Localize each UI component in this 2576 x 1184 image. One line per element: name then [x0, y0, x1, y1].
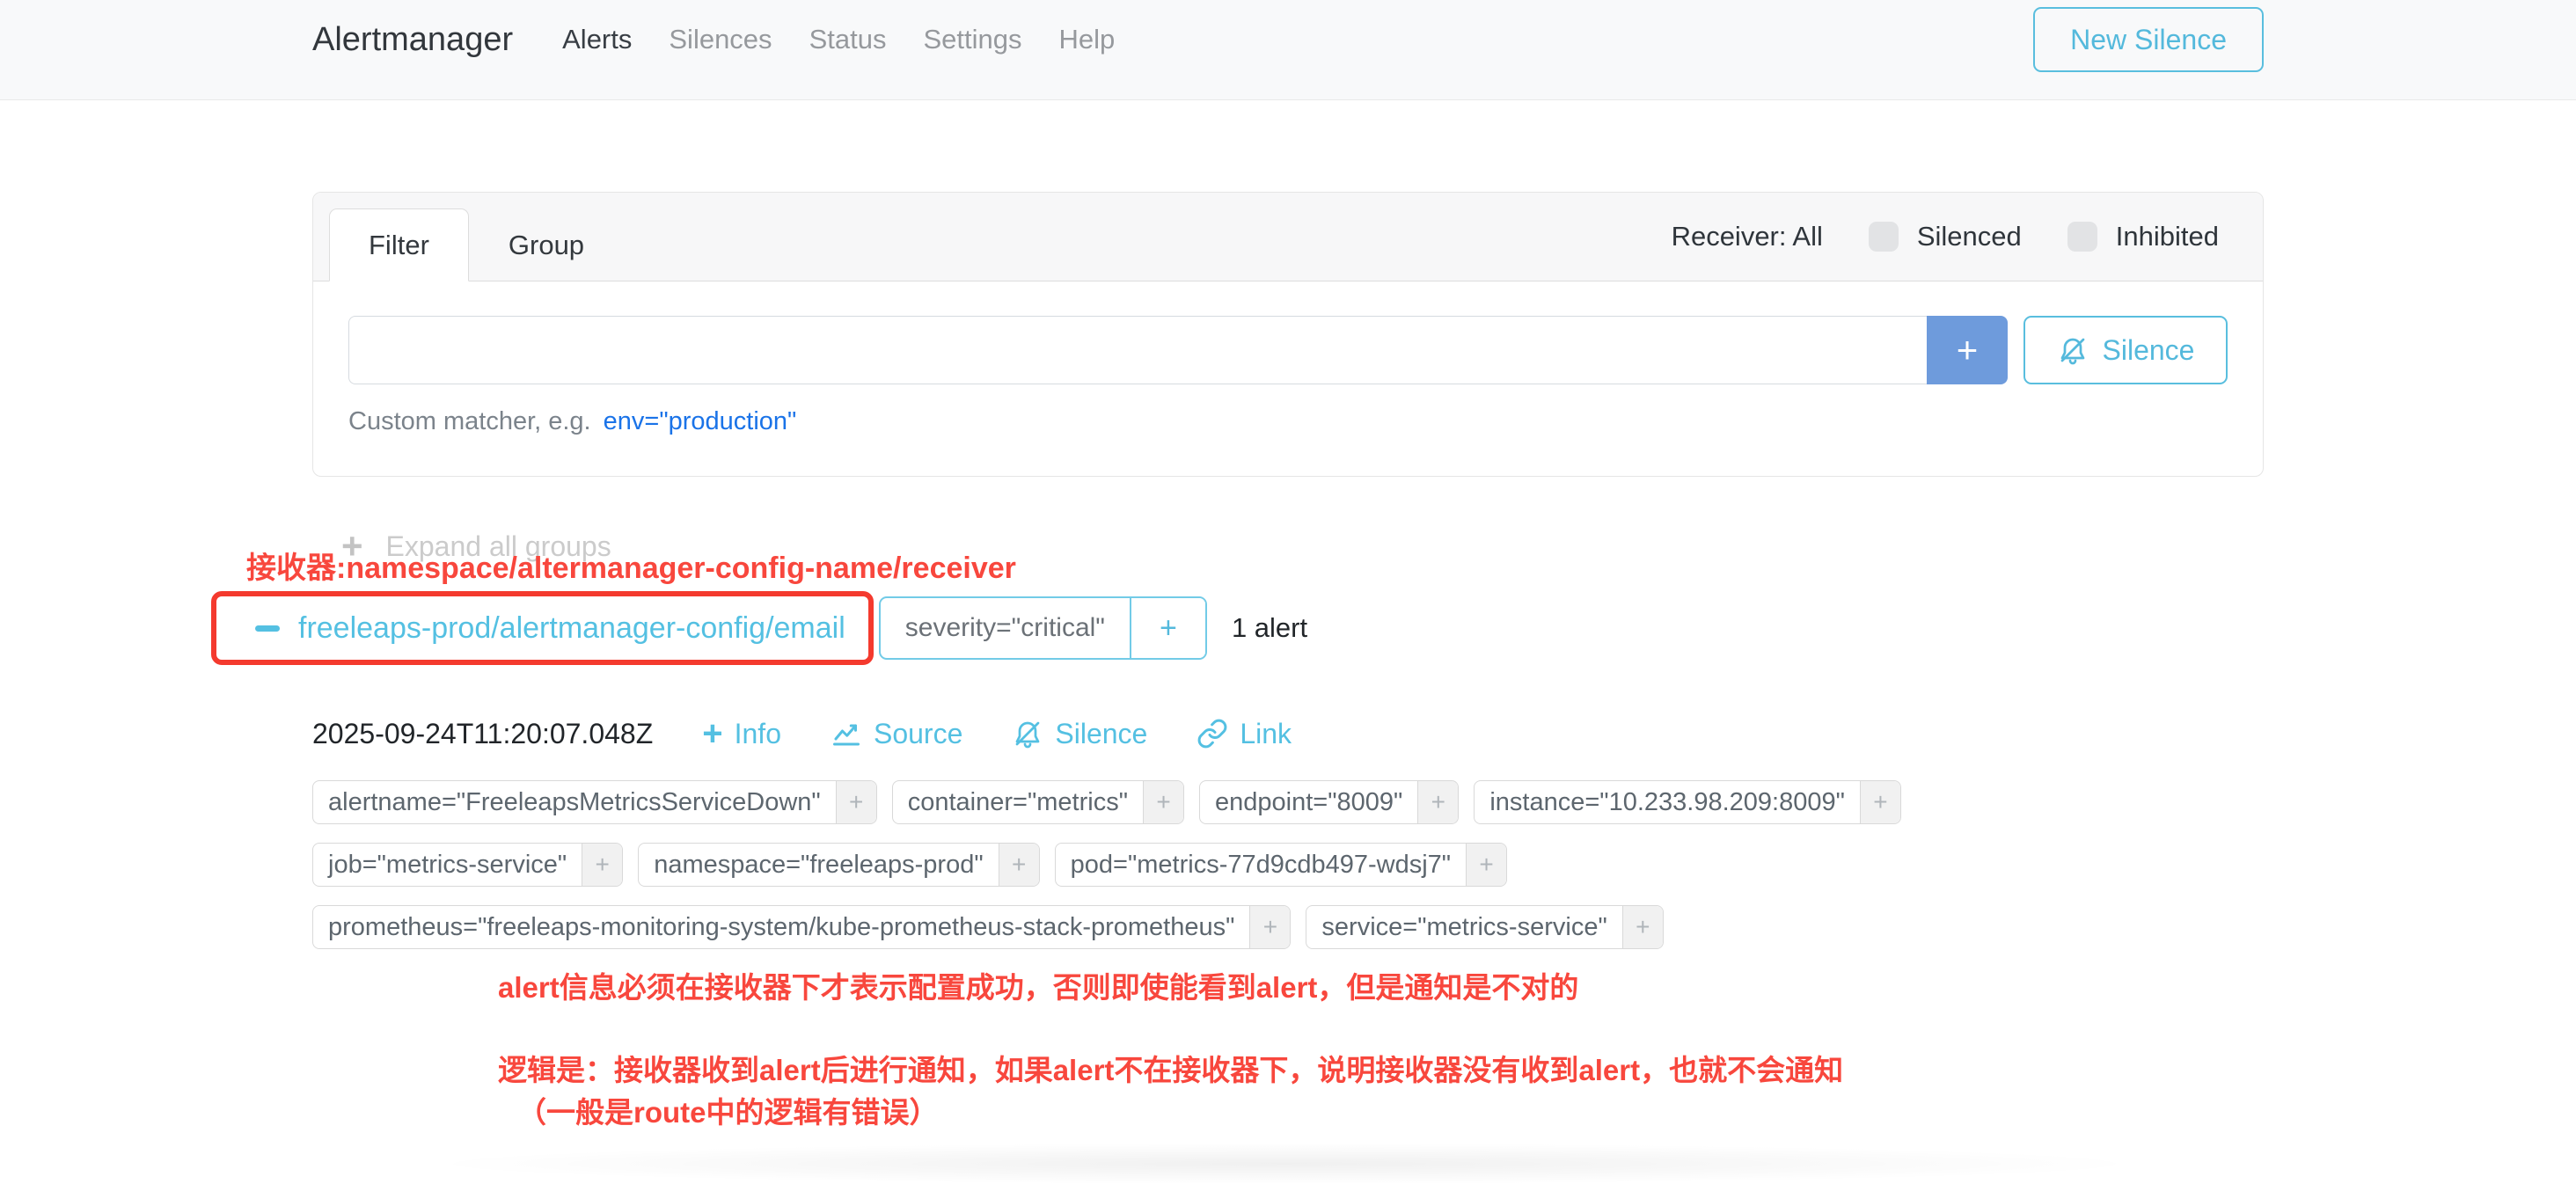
alert-label-text: container="metrics" [893, 781, 1143, 823]
alert-label: alertname="FreeleapsMetricsServiceDown" … [312, 780, 877, 824]
annotation-logic-note: 逻辑是：接收器收到alert后进行通知，如果alert不在接收器下，说明接收器没… [498, 1047, 1843, 1089]
add-label-filter-button[interactable]: + [1143, 781, 1183, 823]
filter-tabs: Filter Group [329, 208, 624, 281]
annotation-highlight-box: freeleaps-prod/alertmanager-config/email [211, 591, 874, 665]
filter-panel: Filter Group Receiver: All Silenced Inhi… [312, 192, 2264, 477]
alert-silence-link[interactable]: Silence [1012, 718, 1147, 750]
silenced-filter[interactable]: Silenced [1869, 221, 2022, 252]
alert-groups: + Expand all groups freeleaps-prod/alert… [312, 528, 2264, 949]
alert-label-text: prometheus="freeleaps-monitoring-system/… [313, 906, 1249, 948]
nav-status[interactable]: Status [809, 24, 887, 55]
alert-timestamp: 2025-09-24T11:20:07.048Z [312, 718, 653, 750]
silenced-checkbox-label: Silenced [1917, 221, 2022, 252]
main-nav: Alerts Silences Status Settings Help [562, 24, 1115, 55]
collapse-minus-icon [255, 625, 280, 632]
filter-panel-header: Filter Group Receiver: All Silenced Inhi… [313, 193, 2263, 281]
tab-filter[interactable]: Filter [329, 208, 469, 281]
alert-source-label: Source [874, 718, 962, 750]
add-label-filter-button[interactable]: + [999, 844, 1039, 886]
matcher-input-group: + Silence [348, 316, 2228, 384]
alert-label-text: namespace="freeleaps-prod" [639, 844, 998, 886]
add-label-filter-button[interactable]: + [1466, 844, 1506, 886]
annotation-logic-note-2: （一般是route中的逻辑有错误） [517, 1089, 939, 1131]
receiver-group-name: freeleaps-prod/alertmanager-config/email [298, 611, 845, 646]
add-label-filter-button[interactable]: + [1622, 906, 1663, 948]
page-bottom-shadow [440, 1144, 2129, 1184]
plus-icon: + [702, 716, 722, 751]
receiver-group-toggle[interactable]: freeleaps-prod/alertmanager-config/email [216, 602, 854, 654]
alert-info-label: Info [735, 718, 781, 750]
navbar-inner: Alertmanager Alerts Silences Status Sett… [312, 0, 2264, 79]
receiver-filter-dropdown[interactable]: Receiver: All [1672, 221, 1823, 252]
alert-label: service="metrics-service" + [1306, 905, 1663, 949]
alert-link-label: Link [1240, 718, 1292, 750]
inhibited-checkbox-label: Inhibited [2116, 221, 2219, 252]
tab-group[interactable]: Group [469, 208, 624, 281]
nav-help[interactable]: Help [1058, 24, 1115, 55]
alert-label: namespace="freeleaps-prod" + [638, 843, 1039, 887]
inhibited-checkbox[interactable] [2067, 222, 2097, 252]
filter-options: Receiver: All Silenced Inhibited [1672, 221, 2219, 252]
alert-detail: 2025-09-24T11:20:07.048Z + Info Source [312, 716, 2264, 949]
silence-filter-button[interactable]: Silence [2023, 316, 2228, 384]
add-label-filter-button[interactable]: + [1860, 781, 1900, 823]
annotation-alert-note: alert信息必须在接收器下才表示配置成功，否则即使能看到alert，但是通知是… [498, 964, 1578, 1006]
alert-label-text: service="metrics-service" [1306, 906, 1621, 948]
bell-slash-icon [1012, 718, 1043, 749]
alert-label: job="metrics-service" + [312, 843, 623, 887]
new-silence-button[interactable]: New Silence [2033, 7, 2264, 72]
group-label-text: severity="critical" [881, 598, 1130, 658]
alert-label-text: endpoint="8009" [1200, 781, 1417, 823]
add-group-filter-button[interactable]: + [1130, 598, 1205, 658]
silenced-checkbox[interactable] [1869, 222, 1899, 252]
alert-label: container="metrics" + [892, 780, 1184, 824]
alert-count: 1 alert [1232, 612, 1307, 644]
top-navbar: Alertmanager Alerts Silences Status Sett… [0, 0, 2576, 100]
alert-label: endpoint="8009" + [1199, 780, 1459, 824]
alert-silence-label: Silence [1055, 718, 1147, 750]
alert-header-row: 2025-09-24T11:20:07.048Z + Info Source [312, 716, 2264, 751]
matcher-input[interactable] [348, 316, 1927, 384]
alert-label: instance="10.233.98.209:8009" + [1474, 780, 1901, 824]
add-matcher-button[interactable]: + [1927, 316, 2008, 384]
chart-icon [831, 718, 862, 749]
matcher-example-link[interactable]: env="production" [604, 407, 797, 436]
matcher-helper: Custom matcher, e.g. env="production" [348, 407, 2228, 436]
custom-matcher-hint: Custom matcher, e.g. [348, 407, 591, 436]
bell-slash-icon [2057, 334, 2089, 366]
alert-source-link[interactable]: Source [831, 718, 962, 750]
add-label-filter-button[interactable]: + [1249, 906, 1290, 948]
group-label-tag: severity="critical" + [879, 596, 1207, 660]
alert-link-link[interactable]: Link [1197, 718, 1292, 750]
annotation-receiver-note: 接收器:namespace/altermanager-config-name/r… [246, 544, 1016, 587]
add-label-filter-button[interactable]: + [1417, 781, 1458, 823]
alert-label-text: alertname="FreeleapsMetricsServiceDown" [313, 781, 836, 823]
alert-label: pod="metrics-77d9cdb497-wdsj7" + [1055, 843, 1507, 887]
app-brand[interactable]: Alertmanager [312, 21, 513, 59]
alert-labels: alertname="FreeleapsMetricsServiceDown" … [312, 780, 1984, 949]
link-icon [1197, 718, 1228, 749]
nav-settings[interactable]: Settings [923, 24, 1021, 55]
alert-info-link[interactable]: + Info [702, 716, 781, 751]
add-label-filter-button[interactable]: + [582, 844, 622, 886]
alert-label-text: instance="10.233.98.209:8009" [1475, 781, 1860, 823]
nav-alerts[interactable]: Alerts [562, 24, 632, 55]
receiver-group-row: freeleaps-prod/alertmanager-config/email… [211, 591, 2264, 665]
silence-filter-label: Silence [2103, 334, 2195, 367]
filter-panel-body: + Silence Custom matcher, e.g. env="prod… [313, 281, 2263, 476]
alert-label-text: pod="metrics-77d9cdb497-wdsj7" [1056, 844, 1466, 886]
add-label-filter-button[interactable]: + [836, 781, 876, 823]
alert-label-text: job="metrics-service" [313, 844, 582, 886]
inhibited-filter[interactable]: Inhibited [2067, 221, 2219, 252]
alert-label: prometheus="freeleaps-monitoring-system/… [312, 905, 1291, 949]
nav-silences[interactable]: Silences [669, 24, 772, 55]
